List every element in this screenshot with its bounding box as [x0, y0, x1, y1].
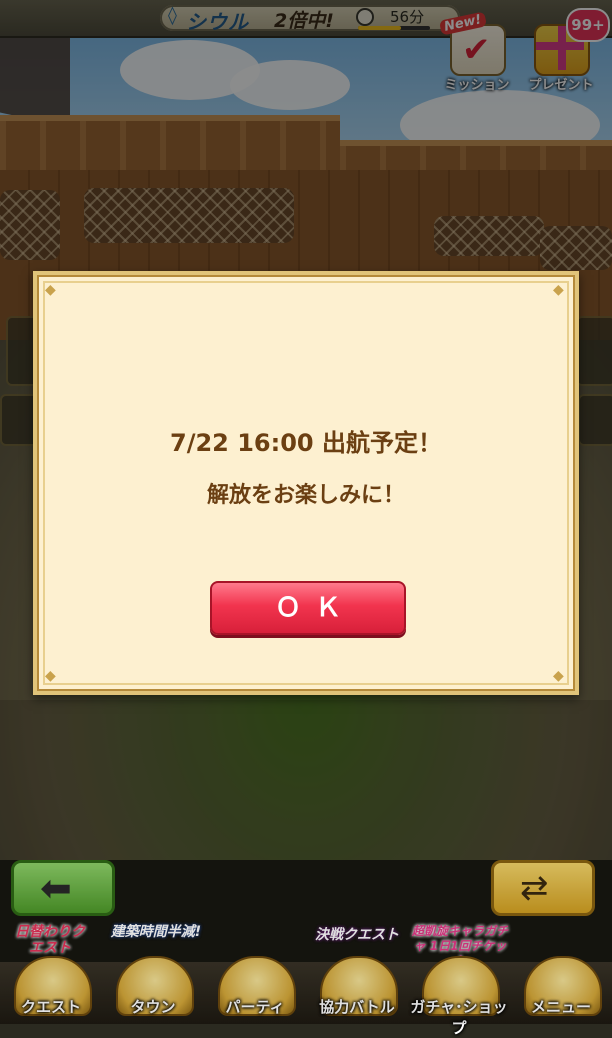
corner-ornament: ◆ [45, 668, 56, 684]
menu-coop-battle[interactable]: 協力バトル [308, 956, 406, 1024]
menu-menu[interactable]: メニュー [512, 956, 610, 1024]
back-arrow-icon: ⬅ [40, 866, 72, 910]
switch-button[interactable]: ⇄ [491, 860, 595, 916]
menu-town[interactable]: タウン [104, 956, 202, 1024]
menu-party[interactable]: パーティ [206, 956, 304, 1024]
menu-label: タウン [130, 998, 176, 1016]
dialog-message-line1: 7/22 16:00 出航予定！ [170, 429, 442, 457]
menu-quest[interactable]: クエスト [2, 956, 100, 1024]
menu-label: 協力バトル [319, 998, 395, 1016]
dialog-message-line2: 解放をお楽しみに！ [206, 483, 405, 508]
menu-gacha-shop[interactable]: ガチャ･ショップ [410, 956, 508, 1037]
menu-label: メニュー [530, 998, 591, 1016]
switch-arrows-icon: ⇄ [520, 868, 549, 908]
menu-label: ガチャ･ショップ [410, 998, 508, 1037]
ok-button[interactable]: ＯＫ [210, 581, 406, 635]
notice-dialog: ◆ ◆ ◆ ◆ 7/22 16:00 出航予定！ 解放をお楽しみに！ ＯＫ [33, 271, 579, 695]
menu-label: クエスト [20, 998, 81, 1016]
corner-ornament: ◆ [553, 668, 564, 684]
menu-label: パーティ [225, 998, 285, 1016]
corner-ornament: ◆ [45, 282, 56, 298]
back-button[interactable]: ⬅ [11, 860, 115, 916]
corner-ornament: ◆ [553, 282, 564, 298]
